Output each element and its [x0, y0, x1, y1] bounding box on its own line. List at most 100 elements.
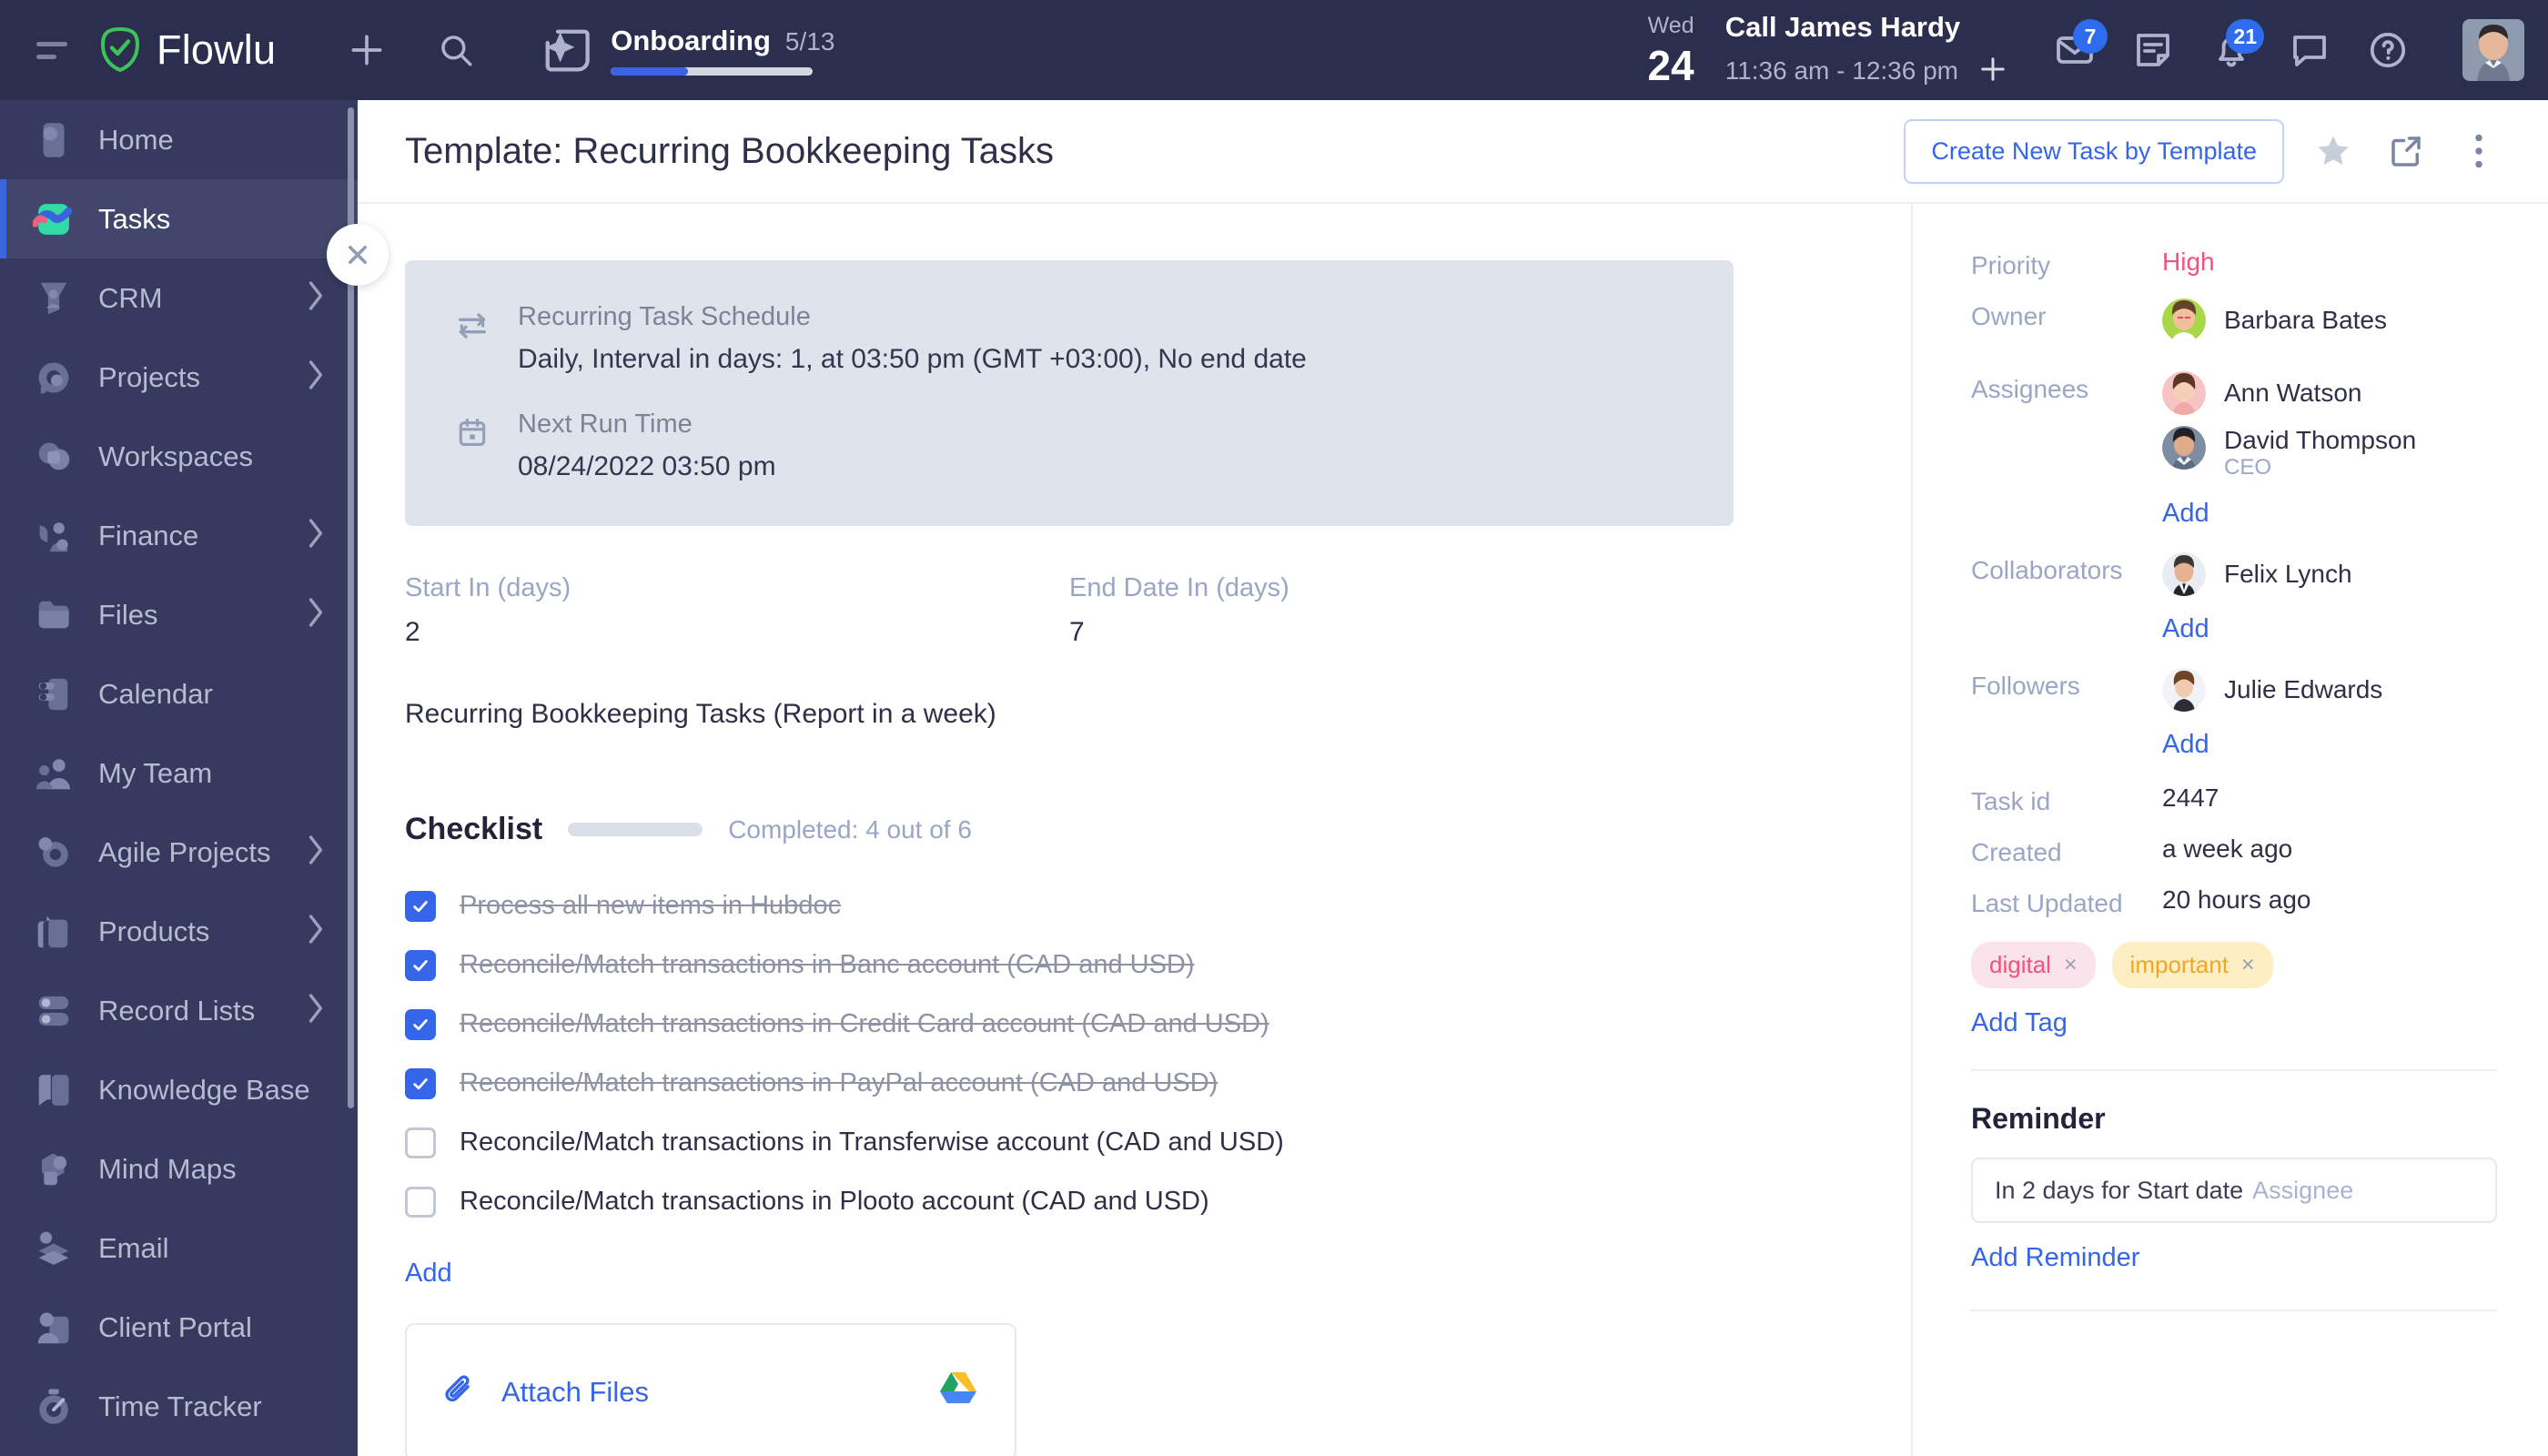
sidebar-item-email[interactable]: Email: [0, 1208, 358, 1288]
checklist-item[interactable]: Reconcile/Match transactions in Transfer…: [405, 1113, 1911, 1172]
task-description[interactable]: Recurring Bookkeeping Tasks (Report in a…: [405, 699, 1911, 730]
follower-person[interactable]: Julie Edwards: [2162, 668, 2497, 713]
create-task-by-template-button[interactable]: Create New Task by Template: [1904, 118, 2284, 184]
start-in-days-value[interactable]: 2: [405, 617, 1069, 648]
owner-person[interactable]: Barbara Bates: [2162, 298, 2497, 342]
plus-icon[interactable]: [338, 21, 396, 79]
checklist-header: Checklist Completed: 4 out of 6: [405, 812, 1911, 847]
chevron-right-icon[interactable]: [305, 518, 327, 553]
sidebar-item-workspaces[interactable]: Workspaces: [0, 417, 358, 496]
google-drive-icon[interactable]: [936, 1370, 980, 1415]
chevron-right-icon[interactable]: [305, 914, 327, 949]
sidebar-item-finance[interactable]: Finance: [0, 496, 358, 575]
brand-logo[interactable]: Flowlu: [98, 26, 276, 74]
checkbox-checked-icon[interactable]: [405, 890, 436, 922]
collaborator-person[interactable]: Felix Lynch: [2162, 552, 2497, 597]
mail-badge: 7: [2073, 19, 2108, 54]
checkbox-icon[interactable]: [405, 1186, 436, 1218]
upcoming-event[interactable]: Call James Hardy 11:36 am - 12:36 pm: [1725, 11, 2009, 90]
mindmaps-icon: [33, 1148, 75, 1190]
tag-important[interactable]: important ×: [2111, 942, 2273, 989]
checklist-item[interactable]: Process all new items in Hubdoc: [405, 876, 1911, 935]
external-link-icon[interactable]: [2382, 127, 2430, 175]
sidebar-item-label: Products: [98, 915, 210, 947]
checklist-item[interactable]: Reconcile/Match transactions in PayPal a…: [405, 1054, 1911, 1113]
onboarding-widget[interactable]: Onboarding 5/13: [541, 25, 834, 76]
sidebar-item-products[interactable]: Products: [0, 892, 358, 971]
sidebar-item-client-portal[interactable]: Client Portal: [0, 1288, 358, 1367]
sidebar-item-calendar[interactable]: Calendar: [0, 654, 358, 733]
start-in-days-field: Start In (days) 2: [405, 573, 1069, 648]
chat-icon[interactable]: [2280, 21, 2339, 79]
help-icon[interactable]: [2359, 21, 2417, 79]
star-icon[interactable]: [2310, 127, 2357, 175]
close-icon[interactable]: [327, 224, 389, 286]
bell-badge: 21: [2226, 19, 2264, 54]
more-vertical-icon[interactable]: [2455, 127, 2502, 175]
remove-tag-icon[interactable]: ×: [2064, 952, 2078, 978]
search-icon[interactable]: [427, 21, 485, 79]
user-avatar[interactable]: [2462, 19, 2524, 81]
last-updated-label: Last Updated: [1971, 889, 2123, 918]
last-updated-row: Last Updated 20 hours ago: [1971, 885, 2497, 918]
sidebar-item-mind-maps[interactable]: Mind Maps: [0, 1129, 358, 1208]
sidebar-item-label: Calendar: [98, 677, 213, 710]
chevron-right-icon[interactable]: [305, 993, 327, 1028]
created-row: Created a week ago: [1971, 834, 2497, 867]
task-detail-column: Recurring Task Schedule Daily, Interval …: [358, 204, 1911, 1456]
sidebar-item-home[interactable]: Home: [0, 100, 358, 179]
sidebar-item-record-lists[interactable]: Record Lists: [0, 971, 358, 1050]
divider: [1971, 1309, 2497, 1312]
priority-value[interactable]: High: [2162, 248, 2215, 276]
mail-icon[interactable]: 7: [2046, 19, 2108, 79]
assignee-person[interactable]: David Thompson CEO: [2162, 426, 2497, 480]
tag-digital[interactable]: digital ×: [1971, 942, 2096, 989]
checklist-item-label: Reconcile/Match transactions in PayPal a…: [460, 1068, 1218, 1097]
page-title: Template: Recurring Bookkeeping Tasks: [405, 130, 1054, 171]
sidebar-item-crm[interactable]: CRM: [0, 258, 358, 338]
sidebar-item-tasks[interactable]: Tasks: [0, 179, 358, 258]
add-event-icon[interactable]: [1977, 53, 2009, 90]
checkbox-checked-icon[interactable]: [405, 1008, 436, 1040]
chevron-right-icon[interactable]: [305, 280, 327, 316]
brand-name: Flowlu: [157, 26, 277, 73]
checkbox-icon[interactable]: [405, 1127, 436, 1158]
remove-tag-icon[interactable]: ×: [2241, 952, 2255, 978]
add-reminder-link[interactable]: Add Reminder: [1971, 1243, 2139, 1273]
chevron-right-icon[interactable]: [305, 359, 327, 395]
sidebar-scrollbar[interactable]: [348, 100, 354, 1456]
today-date[interactable]: Wed 24: [1648, 14, 1694, 86]
followers-label: Followers: [1971, 672, 2080, 701]
collaborators-add-link[interactable]: Add: [2162, 614, 2209, 644]
checklist-add-link[interactable]: Add: [405, 1259, 452, 1289]
sidebar-item-my-team[interactable]: My Team: [0, 733, 358, 813]
end-date-in-days-value[interactable]: 7: [1069, 617, 1734, 648]
bell-icon[interactable]: 21: [2202, 19, 2264, 79]
checkbox-checked-icon[interactable]: [405, 1067, 436, 1099]
checklist-item[interactable]: Reconcile/Match transactions in Plooto a…: [405, 1172, 1911, 1231]
checklist-item-label: Reconcile/Match transactions in Transfer…: [460, 1127, 1284, 1157]
task-id-row: Task id 2447: [1971, 784, 2497, 816]
sidebar-item-agile-projects[interactable]: Agile Projects: [0, 813, 358, 892]
notes-icon[interactable]: [2124, 21, 2182, 79]
sidebar-item-time-tracker[interactable]: Time Tracker: [0, 1367, 358, 1446]
followers-add-link[interactable]: Add: [2162, 730, 2209, 760]
sidebar-item-label: Home: [98, 123, 174, 156]
sidebar-item-projects[interactable]: Projects: [0, 338, 358, 417]
sidebar-item-knowledge-base[interactable]: Knowledge Base: [0, 1050, 358, 1129]
chevron-right-icon[interactable]: [305, 597, 327, 632]
assignees-add-link[interactable]: Add: [2162, 499, 2209, 529]
reminder-input[interactable]: In 2 days for Start date Assignee: [1971, 1158, 2497, 1224]
chevron-right-icon[interactable]: [305, 834, 327, 870]
checkbox-checked-icon[interactable]: [405, 949, 436, 981]
attach-files-box[interactable]: Attach Files: [405, 1323, 1016, 1456]
hamburger-icon[interactable]: [36, 32, 73, 68]
checklist-item[interactable]: Reconcile/Match transactions in Banc acc…: [405, 935, 1911, 995]
assignee-person[interactable]: Ann Watson: [2162, 371, 2497, 415]
sidebar-item-files[interactable]: Files: [0, 575, 358, 654]
reminder-title: Reminder: [1971, 1102, 2106, 1136]
products-icon: [33, 911, 75, 953]
add-tag-link[interactable]: Add Tag: [1971, 1008, 2068, 1038]
checklist-item[interactable]: Reconcile/Match transactions in Credit C…: [405, 995, 1911, 1054]
top-bar: Flowlu Onboarding 5/13 Wed 24 Call James…: [0, 0, 2548, 100]
